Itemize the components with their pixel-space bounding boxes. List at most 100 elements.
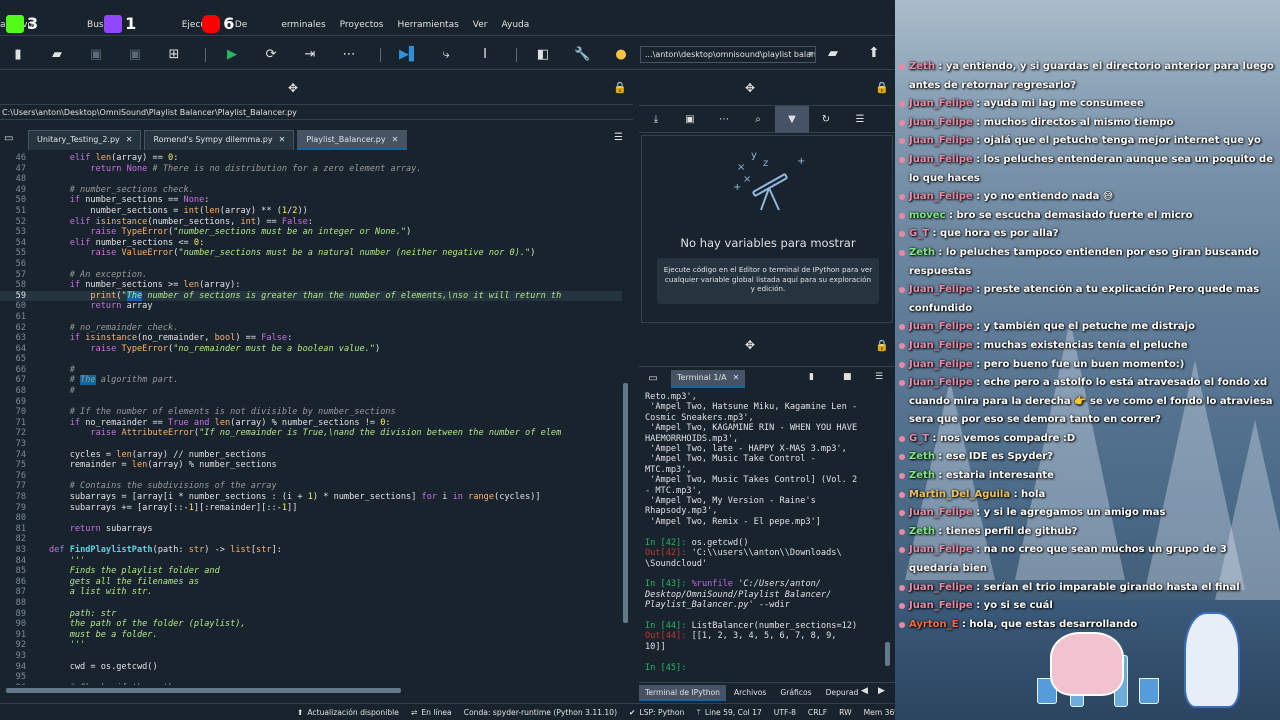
update-status[interactable]: Actualización disponible (307, 708, 399, 717)
svg-text:z: z (763, 158, 768, 169)
debug-selection-icon[interactable]: I (477, 47, 493, 63)
move-pane-icon[interactable]: ✥ (745, 81, 755, 95)
code-editor[interactable]: 46 elif len(array) == 0: 47 return None … (0, 153, 622, 685)
menu-help[interactable]: Ayuda (501, 20, 529, 30)
bottom-pane-tabs: Terminal de IPython Archivos Gráficos De… (639, 682, 895, 702)
hamburger-menu-icon[interactable]: ☰ (875, 372, 883, 382)
lsp-status[interactable]: LSP: Python (639, 708, 684, 717)
chat-message: G_T : nos vemos compadre :D (897, 430, 1277, 449)
tab-files[interactable]: Archivos (728, 685, 772, 701)
tab-terminal-1a[interactable]: Terminal 1/A ✕ (671, 369, 746, 388)
tab-debugger[interactable]: Depurad (820, 685, 865, 701)
stop-icon[interactable]: ■ (843, 372, 852, 382)
lock-icon[interactable]: 🔒 (875, 81, 889, 94)
console-output[interactable]: Reto.mp3', 'Ampel Two, Hatsune Miku, Kag… (645, 392, 881, 682)
save-data-icon[interactable]: ▣ (673, 114, 707, 125)
conda-env-status[interactable]: Conda: spyder-runtime (Python 3.11.10) (464, 708, 617, 717)
tab-sympy-dilemma[interactable]: Romend's Sympy dilemma.py ✕ (144, 130, 295, 150)
preferences-wrench-icon[interactable]: 🔧 (574, 47, 590, 63)
svg-text:×: × (743, 174, 751, 185)
save-icon[interactable]: ▣ (88, 47, 104, 63)
menu-projects[interactable]: Proyectos (340, 20, 384, 30)
browse-tabs-icon[interactable]: ▭ (0, 128, 22, 150)
search-icon[interactable]: ⌕ (741, 114, 775, 125)
chat-badge-icon (899, 194, 905, 201)
file-mode-status: RW (839, 707, 852, 717)
browse-folder-icon[interactable]: ▰ (828, 46, 838, 61)
options-icon[interactable]: ▮ (809, 372, 814, 382)
move-pane-icon[interactable]: ✥ (745, 338, 755, 352)
chat-text: : que hora es por alla? (929, 228, 1059, 240)
tab-unitary-testing[interactable]: Unitary_Testing_2.py ✕ (28, 130, 142, 150)
debug-file-icon[interactable]: ▶▌ (399, 47, 419, 63)
svg-text:×: × (737, 162, 745, 173)
tab-plots[interactable]: Gráficos (774, 685, 817, 701)
close-icon[interactable]: ✕ (392, 135, 399, 144)
chat-message: Juan_Felipe : y también que el petuche m… (897, 318, 1277, 337)
hamburger-menu-icon[interactable]: ☰ (843, 114, 877, 125)
chat-badge-icon (899, 342, 905, 349)
chat-badge-icon (899, 621, 905, 628)
lock-icon[interactable]: 🔒 (613, 81, 627, 94)
run-file-icon[interactable]: ▶ (224, 47, 240, 63)
debug-cell-icon[interactable]: ⤷ (438, 47, 454, 63)
close-icon[interactable]: ✕ (733, 373, 740, 382)
import-data-icon[interactable]: ⤓ (639, 114, 673, 125)
ipython-console-pane: ✥ 🔒 ▭ Terminal 1/A ✕ ▮ ■ ☰ Reto.mp3', 'Am… (639, 330, 895, 705)
filter-icon[interactable]: ▼ (775, 105, 809, 133)
twitch-badge: 1 (104, 14, 136, 33)
editor-vertical-scrollbar[interactable] (622, 153, 630, 683)
more-options-icon[interactable]: ⋯ (707, 114, 741, 125)
menu-consoles[interactable]: erminales (281, 20, 325, 30)
menu-tools[interactable]: Herramientas (397, 20, 458, 30)
tab-label: Unitary_Testing_2.py (37, 135, 120, 144)
working-directory-combo[interactable]: ...\anton\desktop\omnisound\playlist bal… (640, 46, 816, 63)
chat-badge-icon (899, 528, 905, 535)
save-all-icon[interactable]: ▣ (127, 47, 143, 63)
maximize-pane-icon[interactable]: ◧ (535, 47, 551, 63)
parent-directory-icon[interactable]: ⬆ (868, 45, 880, 61)
scrollbar-thumb[interactable] (885, 642, 890, 666)
move-pane-icon[interactable]: ✥ (288, 81, 298, 95)
chat-username: movec (909, 209, 946, 221)
close-icon[interactable]: ✕ (279, 135, 286, 144)
editor-pane: ✥ 🔒 C:\Users\anton\Desktop\OmniSound\Pla… (0, 75, 633, 705)
chat-message: G_T : que hora es por alla? (897, 225, 1277, 244)
run-cell-advance-icon[interactable]: ⇥ (302, 47, 318, 63)
chat-username: Juan_Felipe (909, 581, 973, 593)
refresh-icon[interactable]: ↻ (809, 114, 843, 125)
scrollbar-thumb[interactable] (6, 688, 401, 693)
youtube-badge: 6 (202, 14, 234, 33)
chat-username: Juan_Felipe (909, 600, 973, 612)
chat-username: Juan_Felipe (909, 98, 973, 110)
lock-icon[interactable]: 🔒 (875, 339, 889, 352)
console-vertical-scrollbar[interactable] (885, 392, 891, 668)
chat-message: Juan_Felipe : pero bueno fue un buen mom… (897, 356, 1277, 375)
chat-username: Zeth (909, 451, 935, 463)
python-path-icon[interactable]: ● (613, 47, 629, 63)
empty-state-title: No hay variables para mostrar (680, 236, 856, 250)
browse-tabs-icon[interactable]: ▭ (639, 373, 667, 384)
chevron-left-icon[interactable]: ◀ (861, 686, 868, 696)
editor-tab-bar: ▭ Unitary_Testing_2.py ✕ Romend's Sympy d… (0, 128, 633, 150)
hamburger-menu-icon[interactable]: ☰ (614, 132, 623, 143)
close-icon[interactable]: ✕ (126, 135, 133, 144)
chat-badge-icon (899, 287, 905, 294)
tab-playlist-balancer[interactable]: Playlist_Balancer.py ✕ (297, 130, 408, 150)
open-file-icon[interactable]: ▰ (49, 47, 65, 63)
chevron-down-icon[interactable]: ▾ (809, 49, 813, 58)
new-cell-icon[interactable]: ⊞ (166, 47, 182, 63)
run-cell-icon[interactable]: ⟳ (263, 47, 279, 63)
tab-ipython-console[interactable]: Terminal de IPython (639, 684, 726, 701)
chat-text: : bro se escucha demasiado fuerte el mic… (945, 209, 1193, 221)
chat-badge-icon (899, 212, 905, 219)
variable-explorer-toolbar: ⤓ ▣ ⋯ ⌕ ▼ ↻ ☰ (639, 105, 895, 133)
chevron-right-icon[interactable]: ▶ (878, 686, 885, 696)
editor-horizontal-scrollbar[interactable] (0, 687, 622, 695)
new-file-icon[interactable]: ▮ (10, 47, 26, 63)
run-selection-icon[interactable]: ⋯ (341, 47, 357, 63)
eol-status: CRLF (807, 707, 828, 717)
scrollbar-thumb[interactable] (623, 383, 628, 623)
chat-badge-icon (899, 510, 905, 517)
menu-view[interactable]: Ver (473, 20, 488, 30)
